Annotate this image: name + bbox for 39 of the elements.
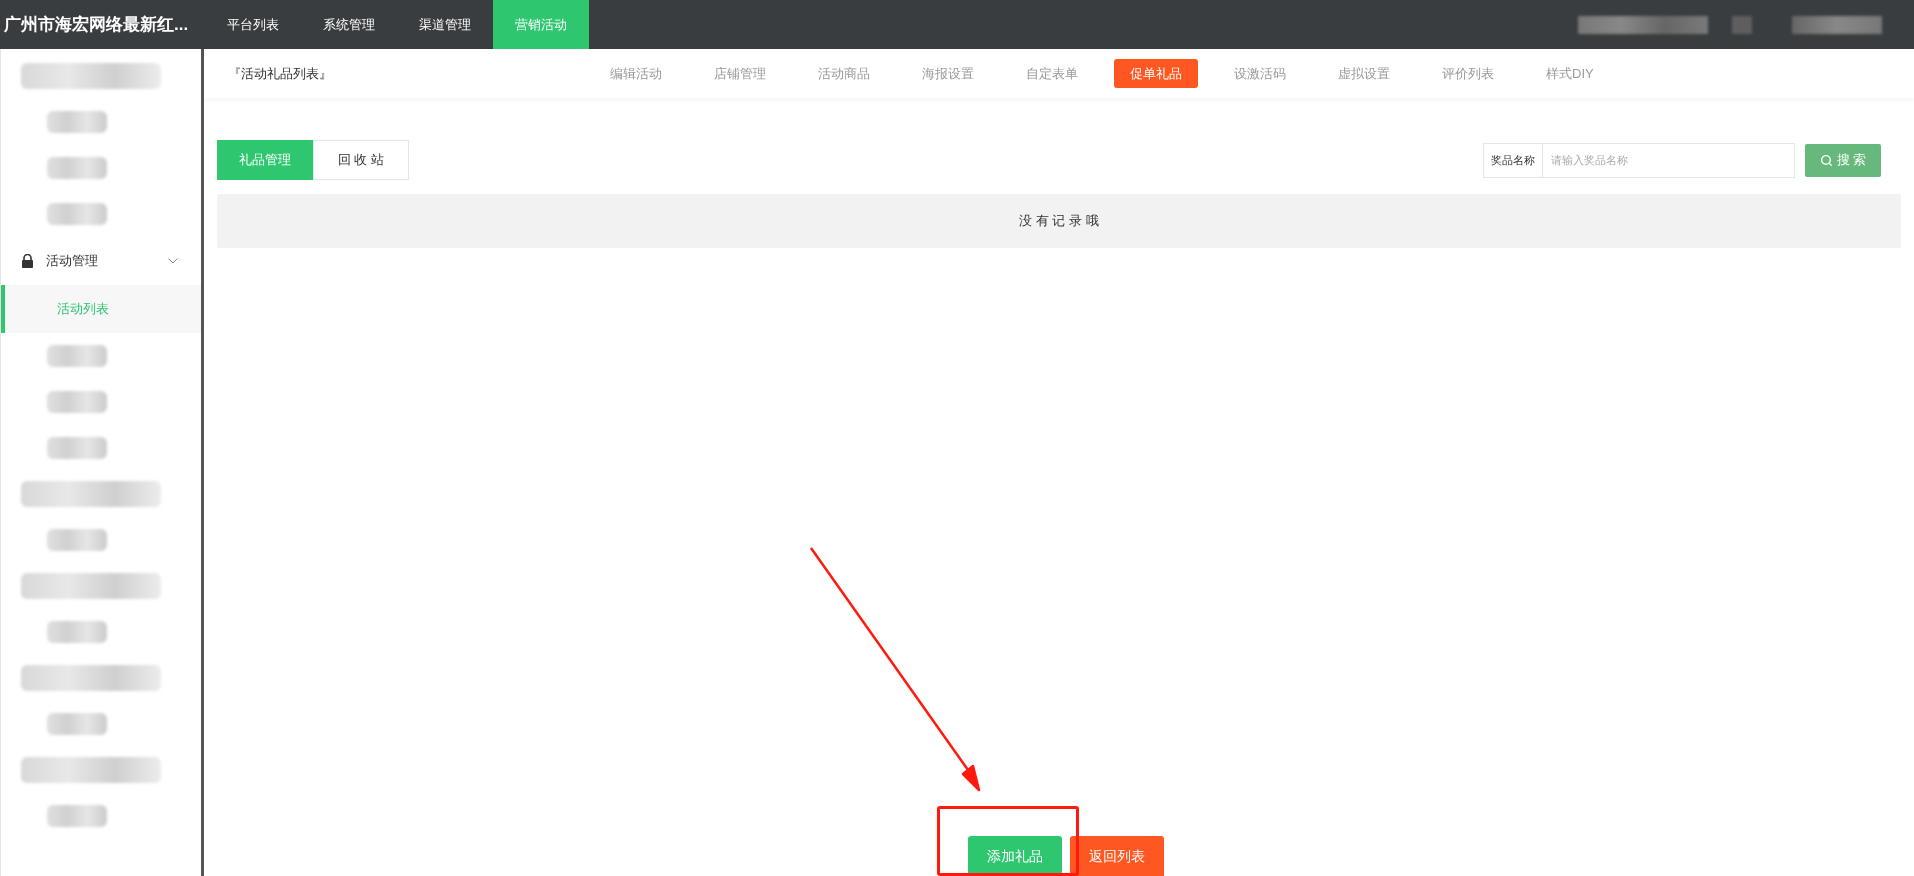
action-button[interactable]: 返回列表 — [1070, 836, 1164, 876]
toggle-tab[interactable]: 回 收 站 — [313, 140, 409, 180]
redacted-text — [47, 391, 107, 413]
tab[interactable]: 海报设置 — [906, 59, 990, 88]
nav-tab[interactable]: 渠道管理 — [397, 0, 493, 49]
nav-tab[interactable]: 平台列表 — [205, 0, 301, 49]
nav-tab[interactable]: 系统管理 — [301, 0, 397, 49]
tab[interactable]: 促单礼品 — [1114, 59, 1198, 88]
nav-tab[interactable]: 营销活动 — [493, 0, 589, 49]
redacted-text — [47, 157, 107, 179]
tab[interactable]: 评价列表 — [1426, 59, 1510, 88]
redacted-text — [47, 203, 107, 225]
search-field[interactable]: 请输入奖品名称 — [1543, 142, 1795, 178]
redacted-block — [1732, 15, 1752, 34]
tab[interactable]: 店铺管理 — [698, 59, 782, 88]
redacted-text — [47, 713, 107, 735]
redacted-text — [47, 621, 107, 643]
tab[interactable]: 虚拟设置 — [1322, 59, 1406, 88]
tab[interactable]: 样式DIY — [1530, 59, 1610, 88]
field-label: 奖品名称 — [1483, 142, 1543, 178]
app-title: 广州市海宏网络最新红... — [3, 13, 190, 36]
tab[interactable]: 设激活码 — [1218, 59, 1302, 88]
search-icon — [1819, 153, 1833, 167]
tab[interactable]: 自定表单 — [1010, 59, 1094, 88]
tab[interactable]: 活动商品 — [802, 59, 886, 88]
tab[interactable]: 编辑活动 — [594, 59, 678, 88]
toggle-tab[interactable]: 礼品管理 — [217, 140, 313, 180]
sidebar-item[interactable]: 活动列表 — [1, 285, 201, 333]
empty-message: 没 有 记 录 哦 — [217, 194, 1901, 248]
redacted-text — [47, 111, 107, 133]
redacted-text — [47, 437, 107, 459]
redacted-text — [47, 345, 107, 367]
action-button[interactable]: 添加礼品 — [968, 836, 1062, 876]
search-button[interactable]: 搜 索 — [1805, 143, 1881, 177]
breadcrumb: 『活动礼品列表』 — [228, 64, 333, 83]
redacted-text — [47, 805, 107, 827]
redacted-text — [47, 529, 107, 551]
sidebar-group[interactable]: 活动管理 — [1, 237, 201, 285]
lock-icon — [21, 254, 34, 268]
